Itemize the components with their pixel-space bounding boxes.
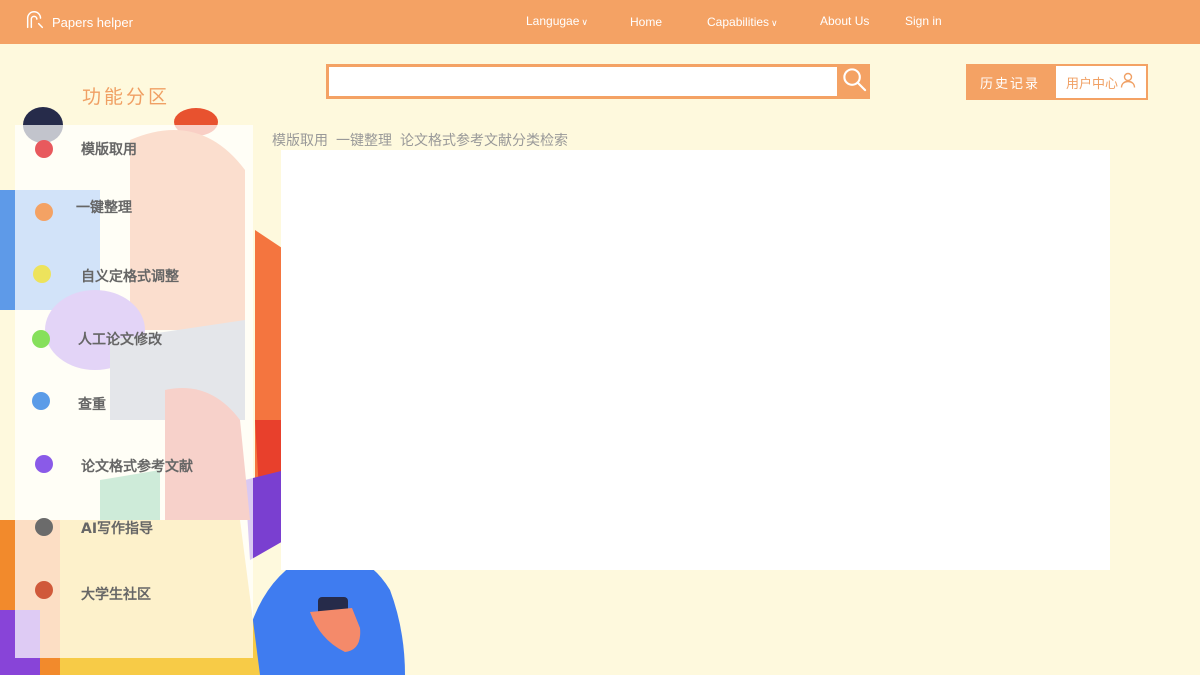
sidebar-item-label: AI写作指导 — [81, 521, 154, 537]
history-button[interactable]: 历史记录 — [966, 64, 1054, 100]
user-center-label: 用户中心 — [1065, 76, 1118, 92]
tab-template[interactable]: 模版取用 — [272, 130, 328, 150]
sidebar-item-dot — [32, 392, 50, 410]
brand-name: Papers helper — [52, 14, 133, 30]
sidebar-item-dot — [33, 265, 51, 283]
sidebar-item-references[interactable]: 论文格式参考文献 — [35, 455, 193, 475]
sidebar-item-label: 论文格式参考文献 — [81, 459, 193, 475]
sidebar-item-dot — [35, 140, 53, 158]
user-icon — [1118, 72, 1136, 92]
search-button[interactable] — [839, 64, 870, 99]
sidebar-item-label: 一键整理 — [76, 200, 132, 216]
sidebar-item-ai-writing[interactable]: AI写作指导 — [35, 518, 153, 537]
sidebar-item-community[interactable]: 大学生社区 — [35, 581, 151, 603]
sidebar-item-dot — [35, 455, 53, 473]
tab-reference-search[interactable]: 论文格式参考文献分类检索 — [400, 130, 568, 150]
sidebar-item-manual-edit[interactable]: 人工论文修改 — [32, 330, 162, 348]
logo-icon — [24, 9, 46, 35]
sidebar-item-dot — [35, 518, 53, 536]
search-box — [326, 64, 840, 99]
sidebar-item-label: 人工论文修改 — [78, 332, 162, 348]
nav-home[interactable]: Home — [630, 15, 662, 29]
content-tabs: 模版取用 一键整理 论文格式参考文献分类检索 — [272, 130, 568, 150]
sidebar-item-dot — [32, 330, 50, 348]
sidebar-item-label: 自义定格式调整 — [81, 269, 179, 285]
sidebar-item-template[interactable]: 模版取用 — [35, 140, 137, 158]
tab-organize[interactable]: 一键整理 — [336, 130, 392, 150]
nav-language-label: Langugae — [526, 14, 580, 28]
sidebar-item-dot — [35, 581, 53, 599]
search-icon — [841, 66, 868, 97]
user-center-button[interactable]: 用户中心 — [1054, 64, 1148, 100]
sidebar-item-organize[interactable]: 一键整理 — [35, 200, 132, 221]
sidebar-item-dot — [35, 203, 53, 221]
sidebar-item-label: 查重 — [78, 397, 106, 413]
nav-about[interactable]: About Us — [820, 14, 869, 28]
nav-capabilities-label: Capabilities — [707, 15, 770, 29]
feature-sidebar: 模版取用 一键整理 自义定格式调整 人工论文修改 查重 论文格式参考文献 AI写… — [15, 125, 253, 658]
chevron-down-icon: ∨ — [771, 17, 778, 28]
nav-language-menu[interactable]: Langugae ∨ — [526, 14, 588, 28]
search-input[interactable] — [329, 67, 837, 96]
chevron-down-icon: ∨ — [581, 16, 588, 27]
top-navbar: Papers helper Langugae ∨ Home Capabiliti… — [0, 0, 1200, 44]
nav-capabilities-menu[interactable]: Capabilities ∨ — [707, 15, 778, 29]
brand[interactable]: Papers helper — [24, 10, 133, 34]
sidebar-item-label: 模版取用 — [81, 142, 137, 158]
sidebar-item-plagiarism-check[interactable]: 查重 — [32, 392, 106, 413]
nav-signin[interactable]: Sign in — [905, 14, 942, 28]
content-panel — [281, 150, 1110, 570]
sidebar-item-custom-format[interactable]: 自义定格式调整 — [33, 265, 179, 285]
sidebar-item-label: 大学生社区 — [81, 587, 151, 603]
